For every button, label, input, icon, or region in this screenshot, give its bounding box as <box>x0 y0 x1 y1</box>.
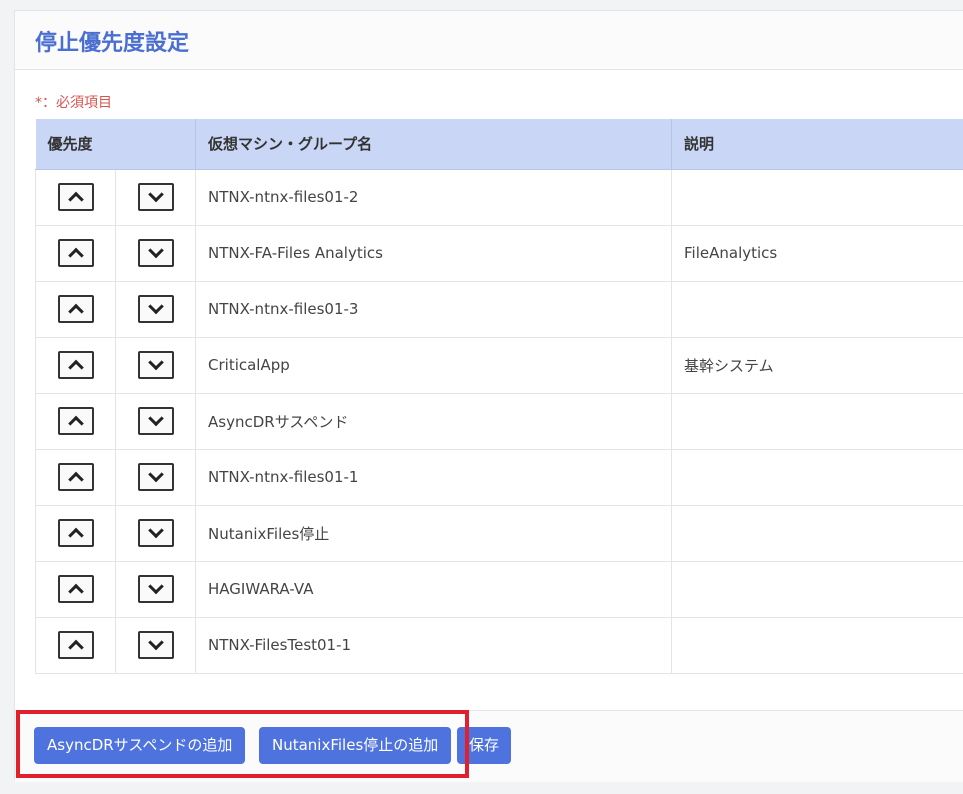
chevron-down-icon <box>147 578 164 595</box>
vm-group-name-cell: AsyncDRサスペンド <box>195 392 673 450</box>
chevron-down-icon <box>147 522 164 539</box>
description-cell: FileAnalytics <box>671 224 963 282</box>
chevron-up-icon <box>67 639 84 656</box>
vm-group-name-cell: NTNX-ntnx-files01-3 <box>195 280 673 338</box>
move-up-button[interactable] <box>57 183 94 211</box>
move-up-button[interactable] <box>57 631 94 659</box>
table-row: CriticalApp 基幹システム <box>35 336 963 394</box>
vm-group-name-cell: NTNX-FilesTest01-1 <box>195 616 673 674</box>
description-cell <box>671 504 963 562</box>
description-cell <box>671 280 963 338</box>
chevron-up-icon <box>67 415 84 432</box>
chevron-down-icon <box>147 410 164 427</box>
page-title: 停止優先度設定 <box>35 31 190 56</box>
table-row: NTNX-FA-Files Analytics FileAnalytics <box>35 224 963 282</box>
table-body: NTNX-ntnx-files01-2 NTNX-FA-Files Analyti… <box>35 168 963 674</box>
chevron-up-icon <box>67 247 84 264</box>
move-up-cell <box>35 504 116 562</box>
header-vm-group-name: 仮想マシン・グループ名 <box>195 119 673 170</box>
move-up-button[interactable] <box>57 463 94 491</box>
move-down-button[interactable] <box>137 407 174 435</box>
save-button[interactable]: 保存 <box>457 727 512 764</box>
move-up-button[interactable] <box>57 575 94 603</box>
move-up-button[interactable] <box>57 351 94 379</box>
move-down-button[interactable] <box>137 463 174 491</box>
chevron-up-icon <box>67 191 84 208</box>
move-down-cell <box>114 336 197 394</box>
chevron-down-icon <box>147 242 164 259</box>
move-down-button[interactable] <box>137 631 174 659</box>
required-note: *：必須項目 <box>35 95 112 111</box>
vm-group-name-cell: NutanixFiles停止 <box>195 504 673 562</box>
move-down-button[interactable] <box>137 239 174 267</box>
move-down-cell <box>114 504 197 562</box>
footer-bar: AsyncDRサスペンドの追加 NutanixFiles停止の追加 保存 <box>15 710 963 782</box>
vm-group-name-cell: NTNX-FA-Files Analytics <box>195 224 673 282</box>
vm-group-name-cell: HAGIWARA-VA <box>195 560 673 618</box>
description-cell <box>671 448 963 506</box>
move-up-cell <box>35 448 116 506</box>
vm-group-name-cell: NTNX-ntnx-files01-2 <box>195 168 673 226</box>
move-up-button[interactable] <box>57 519 94 547</box>
chevron-down-icon <box>147 354 164 371</box>
table-row: NTNX-ntnx-files01-1 <box>35 448 963 506</box>
chevron-up-icon <box>67 471 84 488</box>
table-header-row: 優先度 仮想マシン・グループ名 説明 <box>35 119 963 170</box>
table-row: NTNX-ntnx-files01-3 <box>35 280 963 338</box>
chevron-down-icon <box>147 466 164 483</box>
move-up-cell <box>35 336 116 394</box>
move-up-cell <box>35 392 116 450</box>
move-down-button[interactable] <box>137 295 174 323</box>
move-down-cell <box>114 560 197 618</box>
description-cell <box>671 168 963 226</box>
move-up-cell <box>35 224 116 282</box>
header-priority: 優先度 <box>35 119 197 170</box>
move-up-cell <box>35 168 116 226</box>
chevron-down-icon <box>147 634 164 651</box>
description-cell <box>671 560 963 618</box>
move-up-cell <box>35 616 116 674</box>
move-down-button[interactable] <box>137 575 174 603</box>
move-up-button[interactable] <box>57 295 94 323</box>
move-down-cell <box>114 392 197 450</box>
chevron-up-icon <box>67 359 84 376</box>
chevron-down-icon <box>147 298 164 315</box>
priority-settings-panel: 停止優先度設定 *：必須項目 優先度 仮想マシン・グループ名 説明 NTNX-n… <box>14 10 963 782</box>
chevron-up-icon <box>67 527 84 544</box>
description-cell <box>671 392 963 450</box>
add-async-dr-suspend-button[interactable]: AsyncDRサスペンドの追加 <box>34 727 246 764</box>
move-up-cell <box>35 560 116 618</box>
priority-table: 優先度 仮想マシン・グループ名 説明 NTNX-ntnx-files01-2 NT… <box>35 119 963 674</box>
description-cell: 基幹システム <box>671 336 963 394</box>
table-row: NutanixFiles停止 <box>35 504 963 562</box>
move-down-cell <box>114 616 197 674</box>
vm-group-name-cell: CriticalApp <box>195 336 673 394</box>
move-down-cell <box>114 448 197 506</box>
move-down-cell <box>114 224 197 282</box>
table-row: NTNX-FilesTest01-1 <box>35 616 963 674</box>
move-down-button[interactable] <box>137 519 174 547</box>
table-row: HAGIWARA-VA <box>35 560 963 618</box>
vm-group-name-cell: NTNX-ntnx-files01-1 <box>195 448 673 506</box>
add-nutanix-files-stop-button[interactable]: NutanixFiles停止の追加 <box>259 727 452 764</box>
chevron-down-icon <box>147 186 164 203</box>
table-row: NTNX-ntnx-files01-2 <box>35 168 963 226</box>
header-description: 説明 <box>671 119 963 170</box>
move-up-cell <box>35 280 116 338</box>
move-down-cell <box>114 168 197 226</box>
chevron-up-icon <box>67 583 84 600</box>
move-down-button[interactable] <box>137 183 174 211</box>
move-up-button[interactable] <box>57 407 94 435</box>
chevron-up-icon <box>67 303 84 320</box>
move-down-button[interactable] <box>137 351 174 379</box>
move-down-cell <box>114 280 197 338</box>
description-cell <box>671 616 963 674</box>
table-row: AsyncDRサスペンド <box>35 392 963 450</box>
move-up-button[interactable] <box>57 239 94 267</box>
